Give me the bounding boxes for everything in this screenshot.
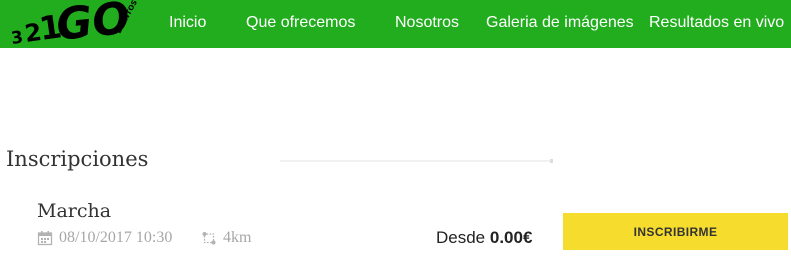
top-navbar: 3 2 1 GO EVENTOS Inicio Que ofrecemos No… [0, 0, 791, 51]
logo-321go: 3 2 1 GO EVENTOS [10, 0, 139, 51]
nav-resultados[interactable]: Resultados en vivo [649, 13, 784, 33]
event-date: 08/10/2017 10:30 [37, 229, 172, 247]
calendar-icon [37, 231, 53, 246]
nav-nosotros[interactable]: Nosotros [395, 13, 459, 33]
nav-galeria[interactable]: Galeria de imágenes [486, 13, 634, 33]
event-name: Marcha [37, 200, 112, 222]
inscribirme-button[interactable]: INSCRIBIRME [563, 213, 788, 250]
price-amount: 0.00€ [489, 228, 533, 247]
section-title: Inscripciones [6, 147, 149, 172]
brand-logo[interactable]: 3 2 1 GO EVENTOS [10, 0, 160, 51]
nav-inicio[interactable]: Inicio [169, 13, 206, 33]
route-icon [202, 232, 216, 245]
divider [280, 159, 553, 163]
nav-que-ofrecemos[interactable]: Que ofrecemos [246, 13, 355, 33]
event-distance-text: 4km [223, 229, 252, 246]
svg-text:3: 3 [10, 27, 24, 48]
event-distance: 4km [201, 229, 251, 247]
event-price: Desde 0.00€ [436, 228, 532, 248]
price-prefix: Desde [436, 228, 486, 247]
event-date-text: 08/10/2017 10:30 [59, 229, 173, 246]
